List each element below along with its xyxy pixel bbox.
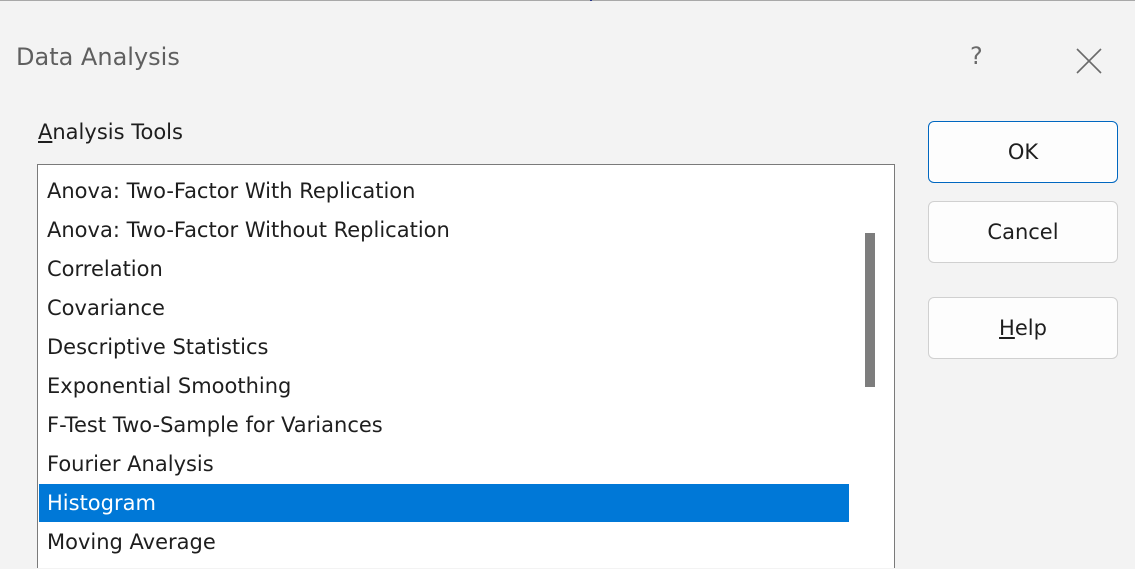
list-item-descriptive-statistics[interactable]: Descriptive Statistics <box>39 328 849 366</box>
analysis-tools-label-text: nalysis Tools <box>52 120 183 144</box>
list-item-covariance[interactable]: Covariance <box>39 289 849 327</box>
listbox-scrollbar-thumb[interactable] <box>865 233 875 387</box>
list-item-exponential-smoothing[interactable]: Exponential Smoothing <box>39 367 849 405</box>
list-item-anova-two-factor-with-replication[interactable]: Anova: Two-Factor With Replication <box>39 172 849 210</box>
help-icon[interactable]: ? <box>970 41 983 71</box>
help-button-accel: H <box>999 316 1015 340</box>
analysis-tools-label-accel: A <box>38 120 53 144</box>
title-bar: Data Analysis ? <box>0 1 1135 101</box>
list-item-anova-two-factor-without-replication[interactable]: Anova: Two-Factor Without Replication <box>39 211 849 249</box>
list-item-f-test-two-sample-for-variances[interactable]: F-Test Two-Sample for Variances <box>39 406 849 444</box>
help-button-label: elp <box>1014 316 1047 340</box>
dialog-title: Data Analysis <box>16 43 180 71</box>
list-item-fourier-analysis[interactable]: Fourier Analysis <box>39 445 849 483</box>
help-button[interactable]: Help <box>928 297 1118 359</box>
analysis-tools-listbox[interactable]: Anova: Two-Factor With Replication Anova… <box>37 164 895 568</box>
analysis-tools-label: Analysis Tools <box>38 117 183 147</box>
data-analysis-dialog: Data Analysis ? Analysis Tools Anova: Tw… <box>0 1 1135 569</box>
ok-button[interactable]: OK <box>928 121 1118 183</box>
list-item-histogram-selected[interactable]: Histogram <box>39 484 849 522</box>
list-item-moving-average[interactable]: Moving Average <box>39 523 849 561</box>
list-item-correlation[interactable]: Correlation <box>39 250 849 288</box>
cancel-button[interactable]: Cancel <box>928 201 1118 263</box>
close-icon[interactable] <box>1074 46 1104 76</box>
